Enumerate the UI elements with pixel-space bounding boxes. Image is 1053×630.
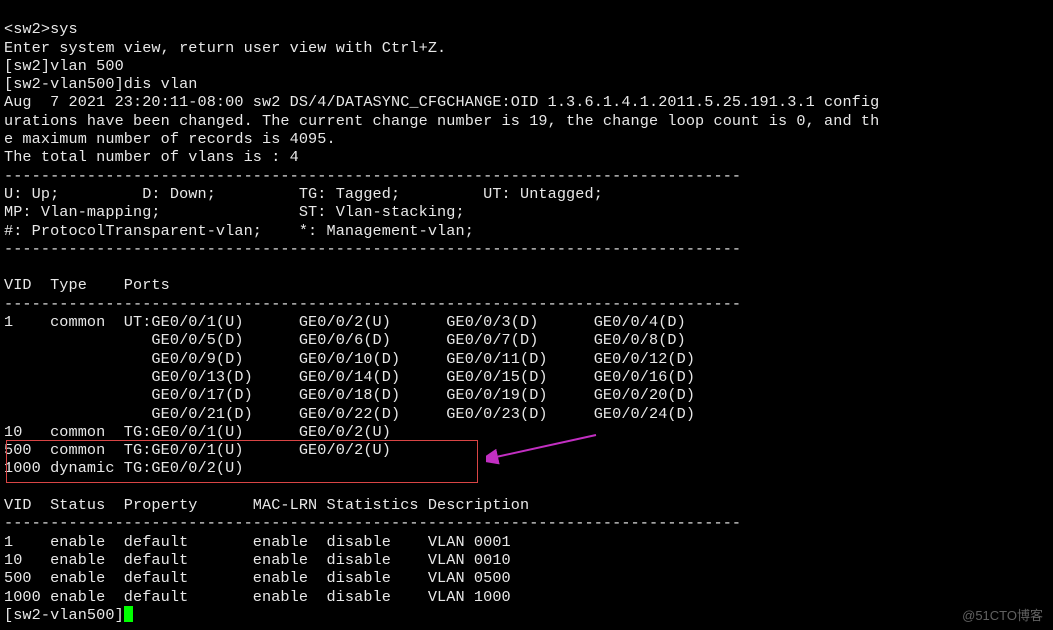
prompt-vlan-view-2[interactable]: [sw2-vlan500] [4,606,133,624]
legend-line: MP: Vlan-mapping; ST: Vlan-stacking; [4,203,465,221]
legend-line: U: Up; D: Down; TG: Tagged; UT: Untagged… [4,185,603,203]
ports-table-row: 500 common TG:GE0/0/1(U) GE0/0/2(U) [4,441,391,459]
divider-line: ----------------------------------------… [4,240,741,258]
ports-table-row: 1000 dynamic TG:GE0/0/2(U) [4,459,244,477]
ports-table-row: 1 common UT:GE0/0/1(U) GE0/0/2(U) GE0/0/… [4,313,686,331]
total-vlans: The total number of vlans is : 4 [4,148,299,166]
terminal-output[interactable]: <sw2>sys Enter system view, return user … [0,0,1053,626]
divider-line: ----------------------------------------… [4,167,741,185]
sysview-msg: Enter system view, return user view with… [4,39,446,57]
ports-table-row: GE0/0/17(D) GE0/0/18(D) GE0/0/19(D) GE0/… [4,386,695,404]
log-line: e maximum number of records is 4095. [4,130,336,148]
log-line: Aug 7 2021 23:20:11-08:00 sw2 DS/4/DATAS… [4,93,879,111]
divider-line: ----------------------------------------… [4,514,741,532]
divider-line: ----------------------------------------… [4,295,741,313]
legend-line: #: ProtocolTransparent-vlan; *: Manageme… [4,222,474,240]
status-table-row: 1 enable default enable disable VLAN 000… [4,533,511,551]
log-line: urations have been changed. The current … [4,112,879,130]
cursor-icon [124,606,133,622]
status-table-row: 10 enable default enable disable VLAN 00… [4,551,511,569]
ports-table-row: GE0/0/21(D) GE0/0/22(D) GE0/0/23(D) GE0/… [4,405,695,423]
ports-table-row: GE0/0/5(D) GE0/0/6(D) GE0/0/7(D) GE0/0/8… [4,331,686,349]
watermark-text: @51CTO博客 [962,605,1043,624]
ports-table-row: GE0/0/13(D) GE0/0/14(D) GE0/0/15(D) GE0/… [4,368,695,386]
status-table-row: 1000 enable default enable disable VLAN … [4,588,511,606]
prompt-user-view: <sw2>sys [4,20,78,38]
prompt-vlan-view: [sw2-vlan500]dis vlan [4,75,198,93]
status-table-row: 500 enable default enable disable VLAN 0… [4,569,511,587]
status-table-header: VID Status Property MAC-LRN Statistics D… [4,496,529,514]
ports-table-row: 10 common TG:GE0/0/1(U) GE0/0/2(U) [4,423,391,441]
prompt-sys-view: [sw2]vlan 500 [4,57,124,75]
ports-table-header: VID Type Ports [4,276,170,294]
ports-table-row: GE0/0/9(D) GE0/0/10(D) GE0/0/11(D) GE0/0… [4,350,695,368]
